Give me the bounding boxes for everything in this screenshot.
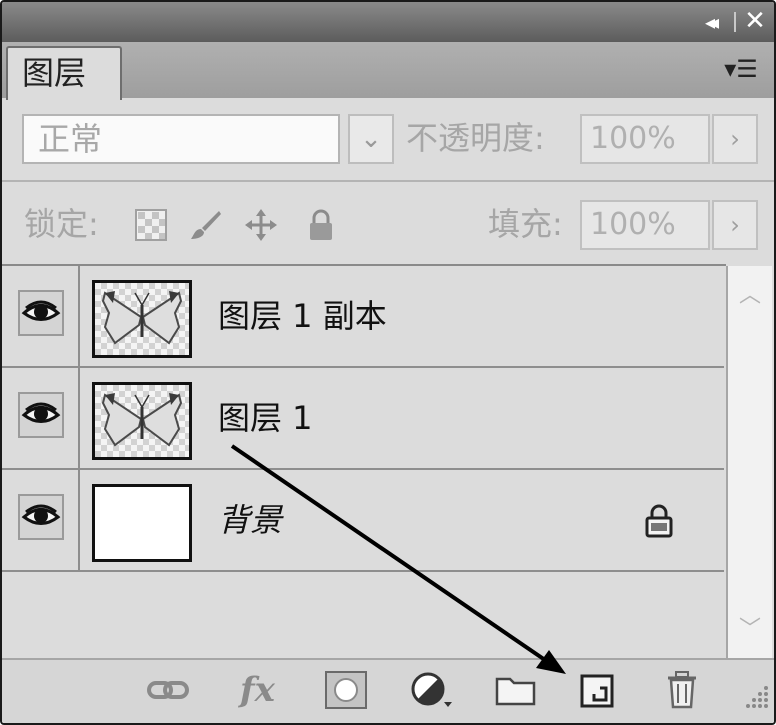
close-panel-icon[interactable]: ✕ bbox=[740, 6, 770, 36]
lock-icon bbox=[645, 504, 673, 538]
new-group-icon[interactable] bbox=[494, 670, 538, 710]
lock-row: 锁定: 填充: 100% › bbox=[2, 184, 774, 264]
layers-scrollbar[interactable]: ︿ ﹀ bbox=[726, 266, 772, 660]
opacity-slider-arrow-icon[interactable]: › bbox=[712, 114, 758, 164]
resize-grip-icon[interactable] bbox=[740, 680, 770, 710]
divider bbox=[2, 180, 774, 182]
blend-mode-select[interactable]: 正常 bbox=[22, 114, 340, 164]
tab-layers[interactable]: 图层 bbox=[6, 46, 122, 100]
layer-style-icon[interactable]: fx bbox=[240, 670, 284, 710]
fill-label: 填充: bbox=[488, 205, 563, 243]
lock-transparent-icon[interactable] bbox=[134, 208, 168, 242]
visibility-cell bbox=[2, 470, 80, 570]
new-layer-icon[interactable] bbox=[576, 670, 620, 710]
layer-thumbnail bbox=[92, 382, 192, 460]
fill-input[interactable]: 100% bbox=[580, 200, 710, 250]
eye-icon[interactable] bbox=[18, 290, 64, 336]
layers-panel: ◂◂ ✕ 图层 ▾☰ 正常 ⌄ 不透明度: 100% › 锁定: 填充: 100… bbox=[0, 0, 776, 725]
blend-row: 正常 ⌄ 不透明度: 100% › bbox=[2, 100, 774, 180]
delete-layer-icon[interactable] bbox=[660, 670, 704, 710]
layers-list: 图层 1 副本 图层 1 背景 bbox=[2, 264, 726, 660]
panel-menu-icon[interactable]: ▾☰ bbox=[718, 54, 764, 84]
layer-row[interactable]: 图层 1 bbox=[2, 368, 724, 470]
lock-move-icon[interactable] bbox=[244, 208, 278, 242]
opacity-input[interactable]: 100% bbox=[580, 114, 710, 164]
layer-thumbnail bbox=[92, 280, 192, 358]
opacity-label: 不透明度: bbox=[406, 119, 545, 157]
titlebar-separator bbox=[734, 12, 736, 32]
layer-row[interactable]: 背景 bbox=[2, 470, 724, 572]
layer-name[interactable]: 图层 1 bbox=[218, 398, 313, 438]
layer-row[interactable]: 图层 1 副本 bbox=[2, 266, 724, 368]
layer-thumbnail bbox=[92, 484, 192, 562]
fill-slider-arrow-icon[interactable]: › bbox=[712, 200, 758, 250]
panel-footer: fx bbox=[2, 658, 774, 723]
panel-tabbar: 图层 ▾☰ bbox=[2, 42, 774, 100]
eye-icon[interactable] bbox=[18, 494, 64, 540]
layer-name[interactable]: 图层 1 副本 bbox=[218, 296, 387, 336]
lock-paint-icon[interactable] bbox=[188, 208, 222, 242]
lock-label: 锁定: bbox=[24, 205, 99, 243]
panel-titlebar: ◂◂ ✕ bbox=[2, 2, 774, 42]
adjustment-layer-icon[interactable] bbox=[410, 670, 454, 710]
scroll-down-icon[interactable]: ﹀ bbox=[732, 608, 768, 652]
scroll-up-icon[interactable]: ︿ bbox=[732, 274, 768, 318]
link-layers-icon[interactable] bbox=[146, 670, 190, 710]
eye-icon[interactable] bbox=[18, 392, 64, 438]
lock-all-icon[interactable] bbox=[304, 208, 338, 242]
butterfly-icon bbox=[101, 393, 183, 447]
add-mask-icon[interactable] bbox=[324, 670, 368, 710]
blend-mode-dropdown-icon[interactable]: ⌄ bbox=[348, 114, 394, 164]
visibility-cell bbox=[2, 266, 80, 366]
visibility-cell bbox=[2, 368, 80, 468]
collapse-panel-icon[interactable]: ◂◂ bbox=[694, 8, 724, 36]
layer-name[interactable]: 背景 bbox=[218, 500, 282, 540]
butterfly-icon bbox=[101, 291, 183, 345]
